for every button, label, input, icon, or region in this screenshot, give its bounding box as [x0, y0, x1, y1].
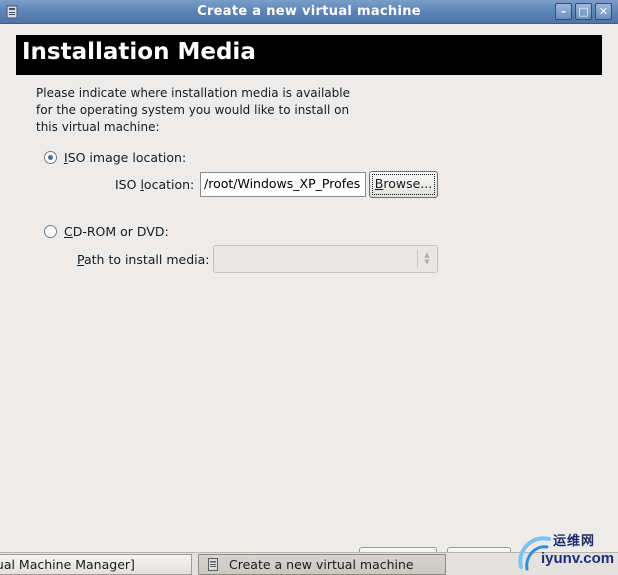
- close-button[interactable]: ✕: [595, 3, 612, 20]
- minimize-button[interactable]: –: [555, 3, 572, 20]
- watermark-en-text: iyunv.com: [541, 550, 615, 567]
- iso-location-input[interactable]: /root/Windows_XP_Profes: [200, 172, 366, 197]
- iso-location-label: ISO location:: [115, 177, 194, 192]
- watermark-logo: 运维网 iyunv.com: [513, 527, 618, 575]
- maximize-button[interactable]: □: [575, 3, 592, 20]
- cdrom-label-text: D-ROM or DVD:: [72, 223, 169, 239]
- iso-image-radio-option[interactable]: ISO image location:: [44, 149, 186, 165]
- cdrom-radio-option[interactable]: CD-ROM or DVD:: [44, 223, 169, 239]
- iso-image-radio[interactable]: [44, 150, 57, 164]
- cdrom-radio[interactable]: [44, 224, 57, 238]
- browse-button[interactable]: Browse...: [369, 171, 438, 198]
- taskbar-item-virtual-machine-manager[interactable]: tual Machine Manager]: [0, 554, 192, 575]
- iso-location-label-prefix: ISO: [115, 177, 141, 192]
- watermark-cn-text: 运维网: [553, 534, 596, 549]
- window-titlebar[interactable]: Create a new virtual machine – □ ✕: [0, 0, 618, 24]
- path-mnemonic: P: [77, 252, 84, 267]
- path-label-text: ath to install media:: [83, 252, 210, 267]
- page-title: Installation Media: [22, 39, 256, 65]
- cdrom-mnemonic: C: [64, 223, 73, 239]
- taskbar-item-create-vm[interactable]: Create a new virtual machine: [198, 554, 446, 575]
- combobox-arrows-icon[interactable]: ▲ ▼: [423, 252, 431, 266]
- page-description: Please indicate where installation media…: [36, 86, 350, 134]
- iso-image-label-text: SO image location:: [67, 149, 187, 165]
- iso-location-label-text: ocation:: [143, 177, 195, 192]
- iso-image-radio-label[interactable]: ISO image location:: [64, 150, 186, 165]
- browse-label: rowse...: [383, 176, 433, 191]
- virt-manager-icon: [208, 558, 218, 571]
- install-media-combobox[interactable]: ▲ ▼: [213, 245, 438, 273]
- cdrom-radio-label[interactable]: CD-ROM or DVD:: [64, 224, 169, 239]
- path-to-install-media-label: Path to install media:: [77, 252, 210, 267]
- taskbar-item-label: tual Machine Manager]: [0, 557, 135, 572]
- window-title: Create a new virtual machine: [197, 4, 421, 19]
- combobox-separator: [417, 250, 418, 268]
- page-header-banner: Installation Media: [16, 35, 602, 75]
- taskbar-item-label: Create a new virtual machine: [229, 557, 414, 572]
